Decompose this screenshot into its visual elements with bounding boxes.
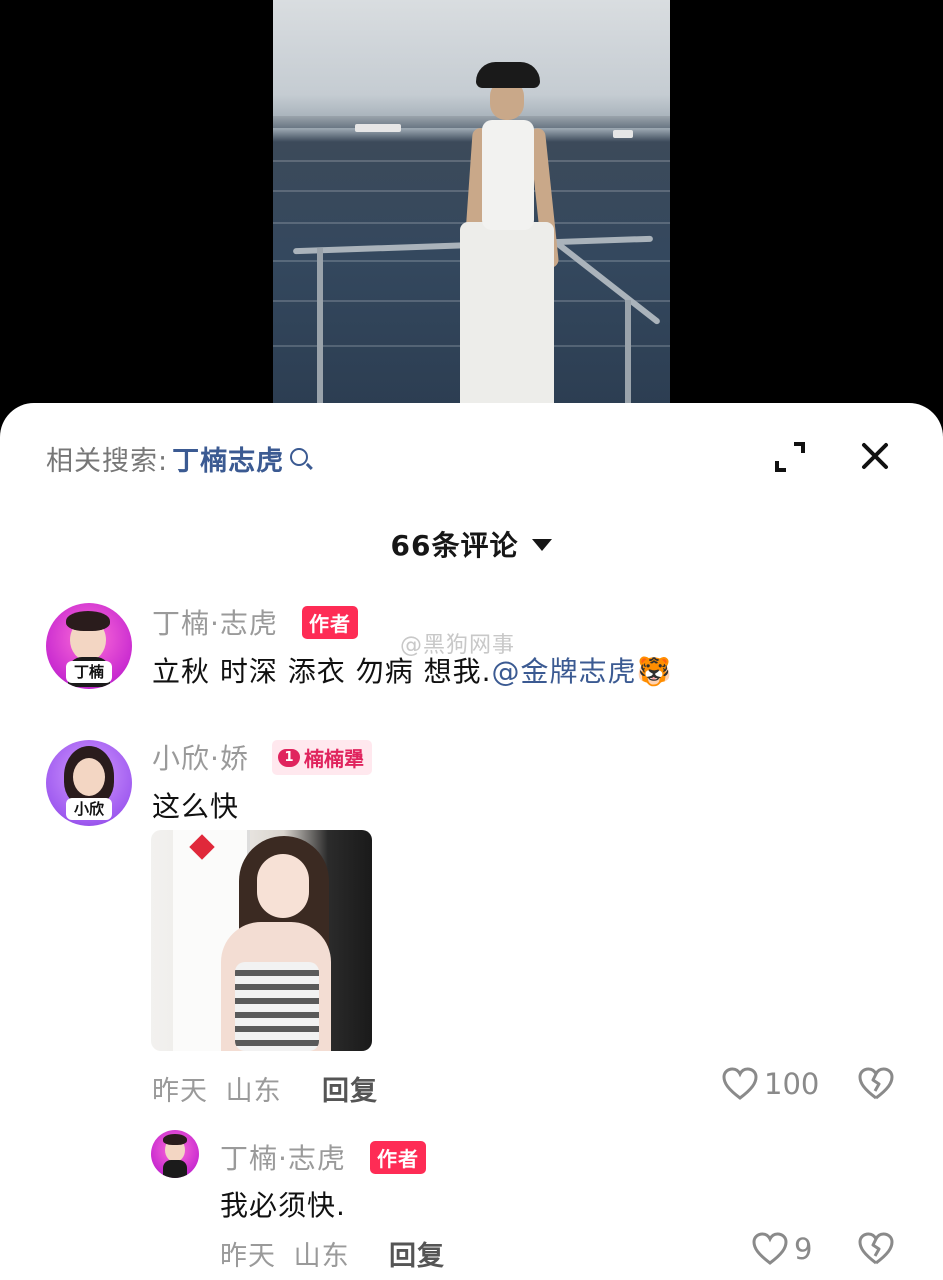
related-search-label: 相关搜索: bbox=[46, 446, 169, 477]
video-area[interactable] bbox=[0, 0, 943, 432]
reply-time: 昨天 bbox=[220, 1241, 276, 1272]
tiger-emoji: 🐯 bbox=[636, 655, 673, 688]
fan-level-heart-icon: 1 bbox=[278, 748, 300, 767]
fan-badge-label: 楠楠犟 bbox=[304, 747, 364, 771]
reply-location: 山东 bbox=[293, 1241, 350, 1272]
heart-icon bbox=[722, 1067, 758, 1100]
close-icon[interactable] bbox=[858, 439, 892, 473]
comment-text: 这么快 bbox=[152, 790, 240, 823]
mention-link[interactable]: @金牌志虎 bbox=[492, 655, 637, 688]
reply-text: 我必须快. bbox=[220, 1189, 346, 1222]
reply-username[interactable]: 丁楠·志虎 bbox=[220, 1137, 346, 1177]
comment-username[interactable]: 小欣·娇 bbox=[152, 737, 249, 777]
comment-sheet: 相关搜索: 丁楠志虎 66条评论 丁楠 丁楠·志虎 作者 @黑狗网事 立秋 时深… bbox=[0, 403, 943, 1280]
avatar-label: 丁楠 bbox=[66, 661, 112, 683]
like-button[interactable]: 9 bbox=[752, 1232, 812, 1266]
comment-count[interactable]: 66条评论 bbox=[0, 524, 943, 564]
person-figure bbox=[450, 62, 560, 432]
avatar[interactable]: 小欣 bbox=[46, 740, 132, 826]
avatar-label: 小欣 bbox=[66, 798, 112, 820]
distant-boat bbox=[613, 130, 633, 138]
broken-heart-icon[interactable] bbox=[858, 1232, 894, 1266]
reply-meta: 昨天 山东 bbox=[220, 1234, 350, 1273]
like-count: 100 bbox=[764, 1067, 820, 1101]
caret-down-icon[interactable] bbox=[532, 539, 553, 551]
expand-icon[interactable] bbox=[774, 441, 806, 473]
comment-username[interactable]: 丁楠·志虎 bbox=[152, 602, 278, 642]
related-search-keyword[interactable]: 丁楠志虎 bbox=[172, 439, 284, 478]
author-badge: 作者 bbox=[302, 606, 358, 639]
comment-time: 昨天 bbox=[152, 1076, 208, 1107]
like-count: 9 bbox=[794, 1232, 813, 1266]
author-badge: 作者 bbox=[370, 1141, 426, 1174]
fan-badge: 1 楠楠犟 bbox=[272, 740, 372, 775]
comment-text: 立秋 时深 添衣 勿病 想我.@金牌志虎🐯 bbox=[152, 655, 673, 688]
distant-boat bbox=[355, 124, 401, 132]
boat-railing bbox=[554, 240, 662, 326]
heart-icon bbox=[752, 1232, 788, 1265]
comment-meta: 昨天 山东 bbox=[152, 1069, 282, 1108]
comment-image[interactable] bbox=[151, 830, 372, 1051]
comment-count-label: 66条评论 bbox=[390, 529, 519, 562]
avatar[interactable] bbox=[151, 1130, 199, 1178]
comment-location: 山东 bbox=[225, 1076, 282, 1107]
avatar[interactable]: 丁楠 bbox=[46, 603, 132, 689]
search-icon[interactable] bbox=[290, 447, 309, 466]
like-button[interactable]: 100 bbox=[722, 1067, 819, 1101]
reply-button[interactable]: 回复 bbox=[322, 1069, 378, 1108]
broken-heart-icon[interactable] bbox=[858, 1067, 894, 1101]
related-search[interactable]: 相关搜索: 丁楠志虎 bbox=[46, 439, 309, 478]
reply-button[interactable]: 回复 bbox=[389, 1234, 445, 1273]
